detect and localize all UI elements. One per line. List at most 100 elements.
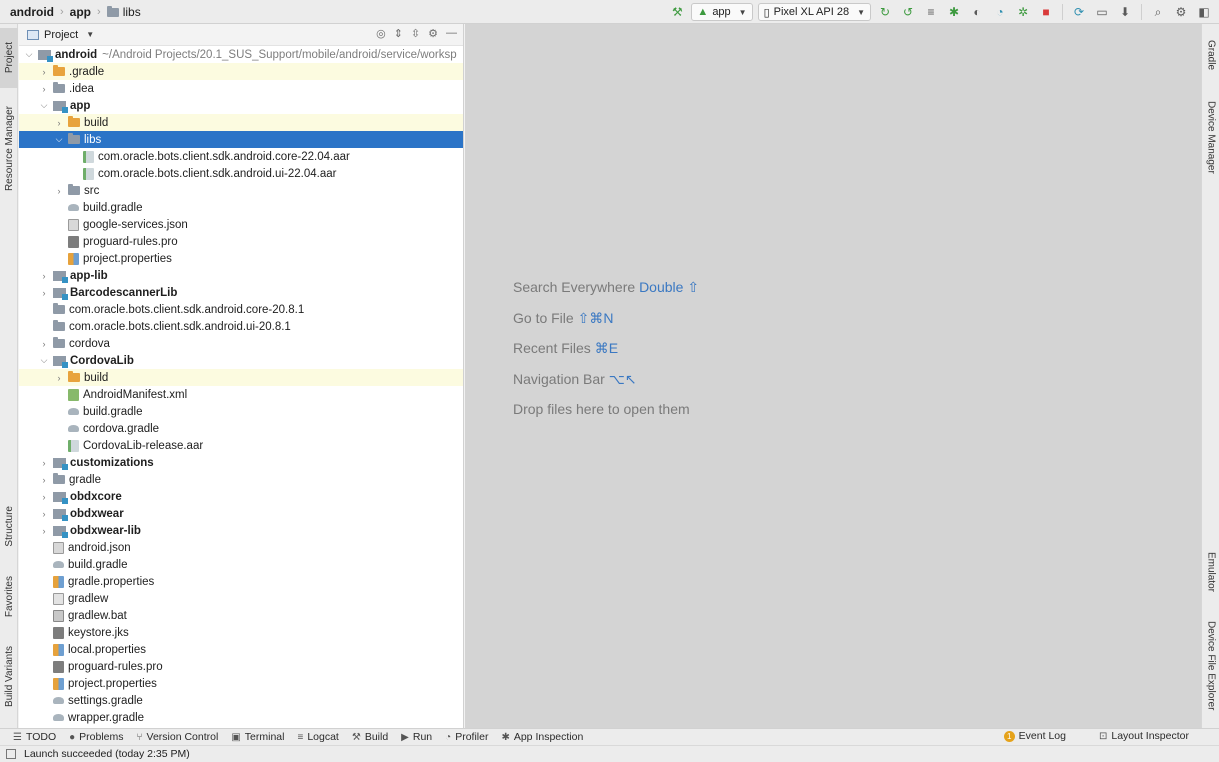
chevron-right-icon[interactable]: ›	[38, 84, 50, 94]
chevron-down-icon[interactable]: ⌵	[38, 355, 50, 366]
tree-row[interactable]: gradlew.bat	[19, 607, 463, 624]
list-icon[interactable]: ≡	[922, 3, 940, 21]
expand-all-icon[interactable]: ⇕	[394, 27, 403, 40]
tree-row[interactable]: › app-lib	[19, 267, 463, 284]
breadcrumb-module[interactable]: app	[70, 5, 91, 19]
chevron-right-icon[interactable]: ›	[38, 288, 50, 298]
apply-code-changes-icon[interactable]: ↺	[899, 3, 917, 21]
account-icon[interactable]: ◧	[1195, 3, 1213, 21]
tree-row[interactable]: project.properties	[19, 675, 463, 692]
tree-row[interactable]: › src	[19, 182, 463, 199]
tab-event-log[interactable]: 1 Event Log	[1003, 730, 1066, 742]
collapse-all-icon[interactable]: ⇳	[411, 27, 420, 40]
stop-icon[interactable]: ■	[1037, 3, 1055, 21]
tab-gradle[interactable]: Gradle	[1202, 30, 1219, 80]
locate-icon[interactable]: ◎	[376, 27, 386, 40]
tree-row[interactable]: build.gradle	[19, 199, 463, 216]
chevron-right-icon[interactable]: ›	[38, 67, 50, 77]
tab-app-inspection[interactable]: ✱ App Inspection	[501, 731, 583, 743]
tab-profiler[interactable]: ◔ Profiler	[445, 731, 488, 743]
tree-row[interactable]: › .gradle	[19, 63, 463, 80]
device-manager-icon[interactable]: ▭	[1093, 3, 1111, 21]
debug-icon[interactable]: ✱	[945, 3, 963, 21]
tab-resource-manager[interactable]: Resource Manager	[0, 94, 18, 204]
search-icon[interactable]: ⌕	[1149, 3, 1167, 21]
tab-terminal[interactable]: ▣ Terminal	[231, 731, 284, 743]
chevron-right-icon[interactable]: ›	[38, 475, 50, 485]
tab-problems[interactable]: ● Problems	[69, 731, 123, 743]
tree-row[interactable]: project.properties	[19, 250, 463, 267]
hammer-icon[interactable]: ⚒	[668, 3, 686, 21]
sdk-manager-icon[interactable]: ⬇	[1116, 3, 1134, 21]
tree-row[interactable]: keystore.jks	[19, 624, 463, 641]
tree-row[interactable]: ⌵ libs	[19, 131, 463, 148]
tab-favorites[interactable]: Favorites	[0, 566, 18, 628]
chevron-right-icon[interactable]: ›	[53, 118, 65, 128]
chevron-down-icon[interactable]: ⌵	[53, 134, 65, 145]
tree-row[interactable]: com.oracle.bots.client.sdk.android.core-…	[19, 148, 463, 165]
tree-row[interactable]: ⌵ CordovaLib	[19, 352, 463, 369]
chevron-right-icon[interactable]: ›	[38, 271, 50, 281]
tree-row[interactable]: android.json	[19, 539, 463, 556]
tree-row[interactable]: google-services.json	[19, 216, 463, 233]
tab-device-file-explorer[interactable]: Device File Explorer	[1202, 616, 1219, 716]
minimize-icon[interactable]: —	[446, 27, 457, 40]
tree-row[interactable]: › build	[19, 114, 463, 131]
chevron-right-icon[interactable]: ›	[53, 186, 65, 196]
tree-row[interactable]: build.gradle	[19, 556, 463, 573]
tab-project[interactable]: Project	[0, 28, 18, 88]
editor-area[interactable]: Search Everywhere Double ⇧ Go to File ⇧⌘N…	[465, 24, 1201, 728]
tree-row[interactable]: ⌵ app	[19, 97, 463, 114]
project-view-selector[interactable]: Project	[44, 29, 78, 41]
tree-row[interactable]: local.properties	[19, 641, 463, 658]
chevron-right-icon[interactable]: ›	[38, 509, 50, 519]
breadcrumb-folder[interactable]: libs	[106, 5, 141, 19]
chevron-down-icon[interactable]: ⌵	[23, 49, 35, 60]
coverage-icon[interactable]: ◐	[968, 3, 986, 21]
tab-build-variants[interactable]: Build Variants	[0, 636, 18, 716]
breadcrumb-root[interactable]: android	[10, 5, 54, 19]
tree-row[interactable]: com.oracle.bots.client.sdk.android.core-…	[19, 301, 463, 318]
chevron-down-icon[interactable]: ⌵	[38, 100, 50, 111]
tree-row[interactable]: › customizations	[19, 454, 463, 471]
tool-window-toggle-icon[interactable]	[6, 749, 16, 759]
apply-changes-restart-icon[interactable]: ↻	[876, 3, 894, 21]
chevron-right-icon[interactable]: ›	[38, 339, 50, 349]
tree-row[interactable]: › gradle	[19, 471, 463, 488]
tree-row[interactable]: com.oracle.bots.client.sdk.android.ui-20…	[19, 318, 463, 335]
tree-row[interactable]: › build	[19, 369, 463, 386]
tab-structure[interactable]: Structure	[0, 494, 18, 558]
chevron-down-icon[interactable]: ▼	[86, 30, 94, 39]
run-config-selector[interactable]: ▲ app ▼	[691, 3, 753, 21]
tree-row[interactable]: settings.gradle	[19, 692, 463, 709]
tree-row[interactable]: cordova.gradle	[19, 420, 463, 437]
tree-row[interactable]: proguard-rules.pro	[19, 658, 463, 675]
gear-icon[interactable]: ⚙	[428, 27, 438, 40]
tree-row[interactable]: wrapper.gradle	[19, 709, 463, 726]
tab-run[interactable]: ▶ Run	[401, 731, 432, 743]
tree-row[interactable]: CordovaLib-release.aar	[19, 437, 463, 454]
tree-row[interactable]: › BarcodescannerLib	[19, 284, 463, 301]
tree-row[interactable]: gradle.properties	[19, 573, 463, 590]
tree-row[interactable]: gradlew	[19, 590, 463, 607]
tree-row[interactable]: › obdxwear	[19, 505, 463, 522]
tab-layout-inspector[interactable]: ⊡ Layout Inspector	[1099, 730, 1189, 742]
device-selector[interactable]: ▯ Pixel XL API 28 ▼	[757, 3, 871, 21]
tree-row[interactable]: › cordova	[19, 335, 463, 352]
tree-row[interactable]: AndroidManifest.xml	[19, 386, 463, 403]
gradle-sync-icon[interactable]: ⟳	[1070, 3, 1088, 21]
tree-row[interactable]: proguard-rules.pro	[19, 233, 463, 250]
tree-row[interactable]: › obdxcore	[19, 488, 463, 505]
tree-row[interactable]: › .idea	[19, 80, 463, 97]
chevron-right-icon[interactable]: ›	[38, 492, 50, 502]
tree-row[interactable]: build.gradle	[19, 403, 463, 420]
tab-todo[interactable]: ☰ TODO	[13, 731, 56, 743]
tree-row[interactable]: com.oracle.bots.client.sdk.android.ui-22…	[19, 165, 463, 182]
attach-debugger-icon[interactable]: ✲	[1014, 3, 1032, 21]
tab-build[interactable]: ⚒ Build	[352, 731, 388, 743]
gear-icon[interactable]: ⚙	[1172, 3, 1190, 21]
tab-emulator[interactable]: Emulator	[1202, 542, 1219, 602]
tree-row[interactable]: ⌵ android ~/Android Projects/20.1_SUS_Supp…	[19, 46, 463, 63]
profiler-icon[interactable]: ◔	[991, 3, 1009, 21]
tab-device-manager[interactable]: Device Manager	[1202, 92, 1219, 182]
